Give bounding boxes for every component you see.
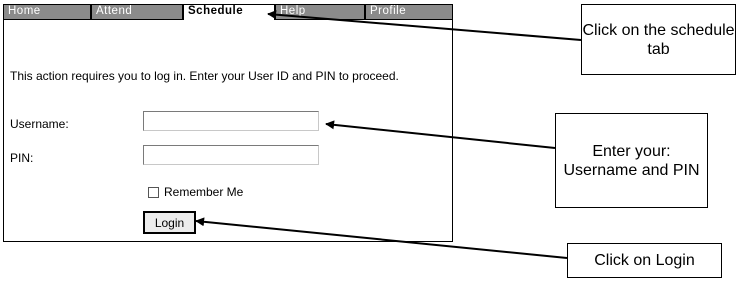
arrow-to-login [195,217,568,259]
callout-arrows [195,10,582,259]
arrow-to-username [325,120,556,149]
arrow-to-schedule-tab [267,10,582,41]
